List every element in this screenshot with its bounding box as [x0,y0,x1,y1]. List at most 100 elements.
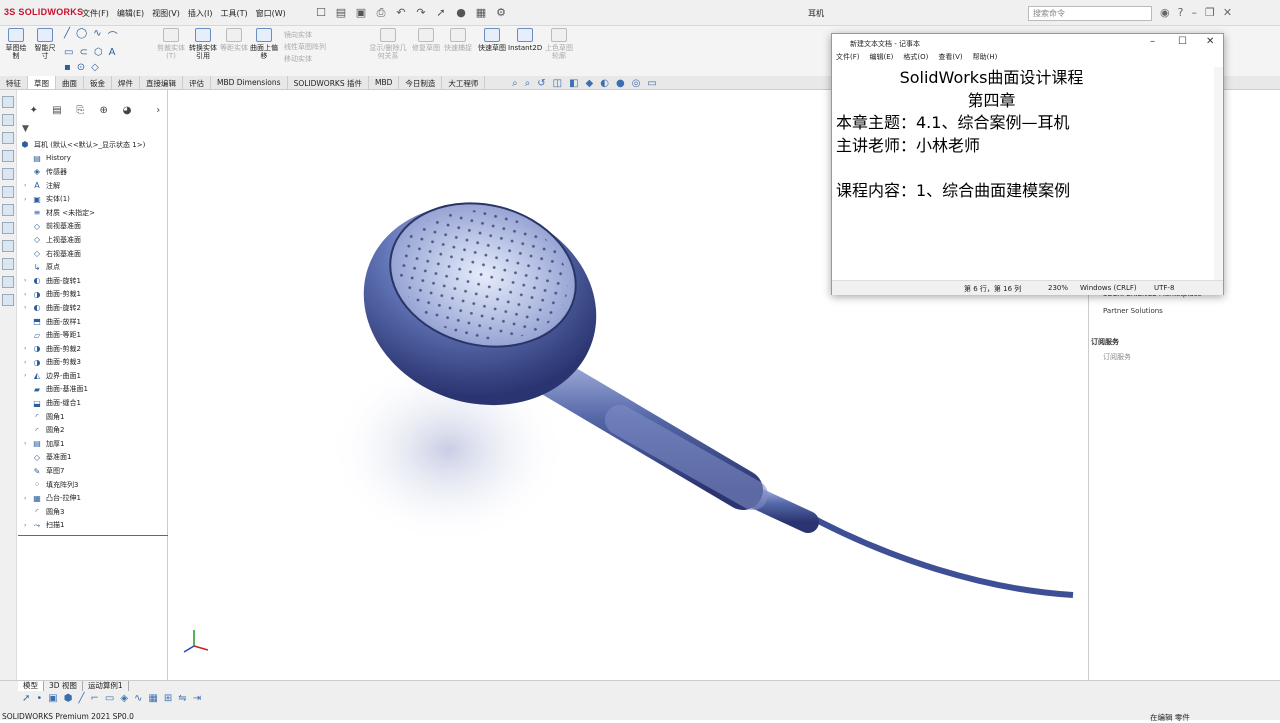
tree-item[interactable]: ◜ 圆角2 [24,423,166,437]
sketch-button[interactable]: 草图绘制 [4,28,28,60]
minimize-icon[interactable]: – [1191,6,1197,19]
strip-tool-11-icon[interactable] [2,276,14,288]
view-orientation-icon[interactable]: ◧ [569,78,578,89]
tree-item[interactable]: › ▦ 凸台-拉伸1 [24,491,166,505]
sketch-fillet-icon[interactable]: ⌒ [108,28,118,43]
tab-weldments[interactable]: 焊件 [112,76,140,89]
pointer-icon[interactable]: ➚ [22,693,30,704]
point-tool-icon[interactable]: • [36,693,42,704]
line-icon[interactable]: ╱ [64,28,70,43]
smart-dimension-button[interactable]: 智能尺寸 [32,28,58,60]
corner-tool-icon[interactable]: ⌐ [91,693,99,704]
tree-item[interactable]: ✎ 草图7 [24,464,166,478]
move-entities-item[interactable]: 移动实体 [284,53,326,65]
notepad-close-icon[interactable]: ✕ [1206,36,1214,47]
restore-icon[interactable]: ❐ [1205,6,1215,19]
tree-item[interactable]: ⬒ 曲面-放样1 [24,315,166,329]
expand-arrow-icon[interactable]: › [24,291,32,298]
expand-arrow-icon[interactable]: › [24,277,32,284]
display-manager-tab-icon[interactable]: ◕ [117,104,136,118]
open-icon[interactable]: ▤ [334,6,348,20]
scene-icon[interactable]: ◎ [632,78,641,89]
close-icon[interactable]: ✕ [1223,6,1232,19]
appearance-icon[interactable]: ● [616,78,625,89]
tab-direct-editing[interactable]: 直接编辑 [140,76,183,89]
offset-on-surface-button[interactable]: 曲面上偏移 [250,28,278,60]
tab-mbd-dimensions[interactable]: MBD Dimensions [211,76,288,89]
spline-icon[interactable]: ∿ [93,28,101,43]
tab-model[interactable]: 模型 [18,681,44,691]
hide-show-icon[interactable]: ◐ [600,78,609,89]
tab-make-today[interactable]: 今日制造 [399,76,443,89]
align-tool-icon[interactable]: ⊞ [164,693,172,704]
solidworks-logo[interactable]: 3S SOLIDWORKS [4,7,83,17]
tree-item[interactable]: ◜ 圆角3 [24,505,166,519]
menu-edit[interactable]: 编辑(E) [117,8,144,19]
text-icon[interactable]: A [109,47,116,58]
box-tool-icon[interactable]: ▣ [48,693,57,704]
notepad-menu-view[interactable]: 查看(V) [938,52,962,66]
tab-sketch[interactable]: 草图 [28,76,56,89]
tree-item[interactable]: ⁘ 填充阵列3 [24,478,166,492]
section-view-icon[interactable]: ◫ [553,78,562,89]
menu-insert[interactable]: 插入(I) [188,8,213,19]
point-icon[interactable]: ▪ [64,62,71,73]
strip-tool-2-icon[interactable] [2,114,14,126]
tree-item[interactable]: › ⤳ 扫描1 [24,519,166,533]
expand-arrow-icon[interactable]: › [24,372,32,379]
tree-item[interactable]: ◇ 基准面1 [24,451,166,465]
expand-arrow-icon[interactable]: › [24,440,32,447]
tree-item[interactable]: › ◑ 曲面-剪裁3 [24,356,166,370]
strip-tool-7-icon[interactable] [2,204,14,216]
strip-tool-4-icon[interactable] [2,150,14,162]
plane-sketch-icon[interactable]: ◇ [91,62,99,73]
rebuild-icon[interactable]: ● [454,6,468,20]
strip-tool-1-icon[interactable] [2,96,14,108]
centerline-icon[interactable]: ⊙ [77,62,85,73]
help-icon[interactable]: ? [1178,6,1184,19]
rapid-sketch-button[interactable]: 快速草图 [478,28,506,52]
strip-tool-6-icon[interactable] [2,186,14,198]
quick-snaps-button[interactable]: 快速捕捉 [444,28,472,52]
tab-motion-study[interactable]: 运动算例1 [83,681,129,691]
tab-mbd[interactable]: MBD [369,76,400,89]
tree-item[interactable]: ⬓ 曲面-缝合1 [24,396,166,410]
partner-solutions-link[interactable]: Partner Solutions [1103,307,1163,315]
rollback-bar[interactable] [18,535,168,536]
strip-tool-8-icon[interactable] [2,222,14,234]
line-tool-icon[interactable]: ╱ [78,693,84,704]
tree-item[interactable]: › ◐ 曲面-旋转1 [24,274,166,288]
notepad-menu-format[interactable]: 格式(O) [903,52,928,66]
relations-button[interactable]: 显示/删除几何关系 [368,28,408,60]
tab-features[interactable]: 特征 [0,76,28,89]
zoom-fit-icon[interactable]: ⌕ [512,78,518,89]
tree-item[interactable]: ≡ 材质 <未指定> [24,206,166,220]
shaded-sketch-button[interactable]: 上色草图轮廓 [544,28,574,60]
notepad-titlebar[interactable]: 新建文本文档 - 记事本 [832,34,1223,52]
convert-entities-button[interactable]: 转换实体引用 [188,28,218,60]
expand-arrow-icon[interactable]: › [24,304,32,311]
subscription-link[interactable]: 订阅服务 [1103,352,1131,362]
view-settings-icon[interactable]: ▭ [647,78,656,89]
extend-tool-icon[interactable]: ⇥ [193,693,201,704]
strip-tool-10-icon[interactable] [2,258,14,270]
strip-tool-9-icon[interactable] [2,240,14,252]
repair-sketch-button[interactable]: 修复草图 [412,28,440,52]
options-icon[interactable]: ⚙ [494,6,508,20]
dimxpert-tab-icon[interactable]: ⊕ [94,104,113,118]
trim-entities-button[interactable]: 剪裁实体(T) [156,28,186,60]
tree-item[interactable]: ◇ 上视基准面 [24,233,166,247]
linear-pattern-item[interactable]: 线性草图阵列 [284,41,326,53]
tree-item[interactable]: ▰ 曲面-基准面1 [24,383,166,397]
redo-icon[interactable]: ↷ [414,6,428,20]
expand-arrow-icon[interactable]: › [24,345,32,352]
tree-item[interactable]: ▤ History [24,152,166,166]
tab-big-engineer[interactable]: 大工程师 [442,76,486,89]
tree-item[interactable]: ▱ 曲面-等距1 [24,328,166,342]
tab-evaluate[interactable]: 评估 [183,76,211,89]
tree-item[interactable]: ↳ 原点 [24,260,166,274]
curve-tool-icon[interactable]: ∿ [134,693,142,704]
tab-3d-views[interactable]: 3D 视图 [44,681,83,691]
select-icon[interactable]: ➚ [434,6,448,20]
user-icon[interactable]: ◉ [1160,6,1170,19]
